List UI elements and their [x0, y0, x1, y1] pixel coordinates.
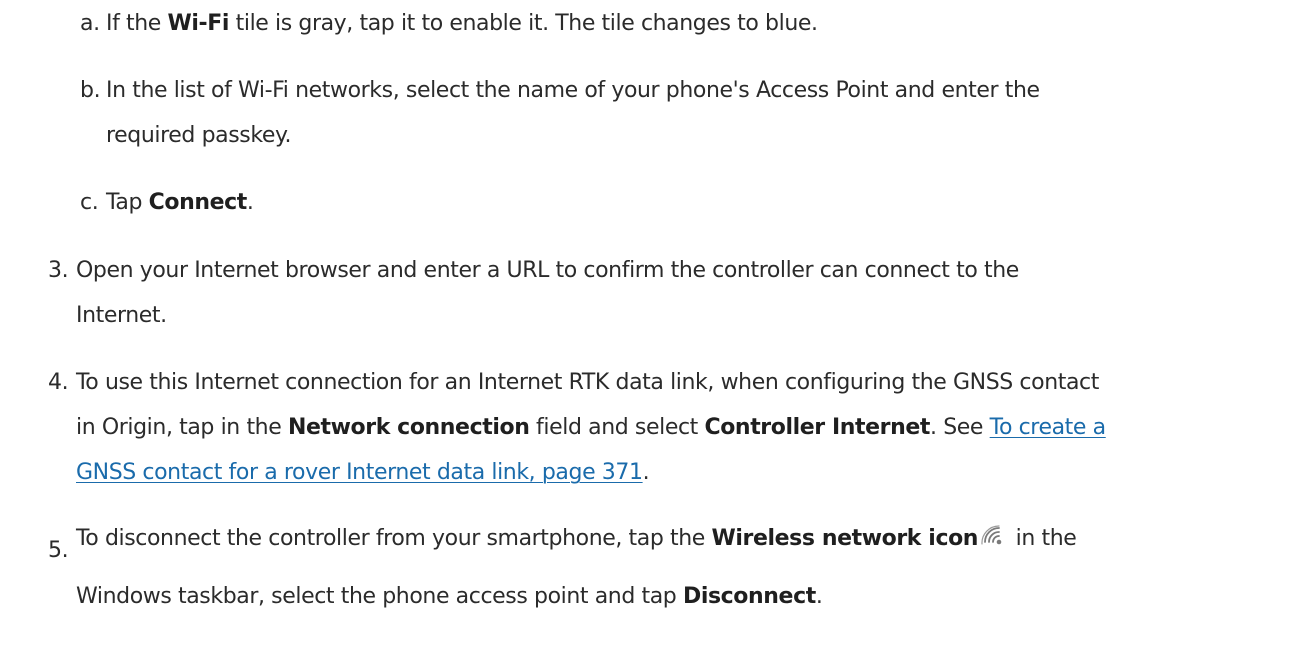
step-5-line-1: To disconnect the controller from your s…	[76, 524, 1077, 554]
sub-step-marker-b: b.	[80, 78, 101, 103]
step-4-text-3: . See	[930, 415, 990, 440]
gnss-contact-link-part-2[interactable]: GNSS contact for a rover Internet data l…	[76, 460, 643, 485]
network-connection-label: Network connection	[287, 415, 530, 440]
wifi-tile-label: Wi-Fi	[167, 11, 230, 36]
controller-internet-label: Controller Internet	[704, 415, 931, 440]
connect-label: Connect	[148, 190, 248, 215]
step-4-text-1: in Origin, tap in the	[76, 415, 288, 440]
step-3-line-2: Internet.	[76, 303, 167, 328]
wireless-network-icon-label: Wireless network icon	[711, 526, 979, 551]
step-4-line-2: in Origin, tap in the Network connection…	[76, 413, 1106, 443]
wireless-network-icon	[981, 525, 1005, 549]
disconnect-label: Disconnect	[682, 584, 816, 609]
step-marker-3: 3.	[48, 258, 69, 283]
step-marker-4: 4.	[48, 370, 69, 395]
gnss-contact-link-part-1[interactable]: To create a	[990, 415, 1106, 440]
sub-step-a-text: If the Wi-Fi tile is gray, tap it to ena…	[106, 9, 818, 39]
step-5-text-1: To disconnect the controller from your s…	[76, 526, 712, 551]
sub-step-c-text: Tap Connect.	[106, 188, 254, 218]
step-marker-5: 5.	[48, 538, 69, 563]
step-3-line-1: Open your Internet browser and enter a U…	[76, 258, 1019, 283]
sub-step-b-line-1: In the list of Wi-Fi networks, select th…	[106, 78, 1040, 103]
step-4-line-1: To use this Internet connection for an I…	[76, 370, 1099, 395]
step-5-text-4: .	[815, 584, 823, 609]
sub-step-marker-a: a.	[80, 11, 100, 36]
step-4-text-2: field and select	[529, 415, 705, 440]
sub-step-c-text-2: .	[246, 190, 254, 215]
sub-step-a-text-2: tile is gray, tap it to enable it. The t…	[229, 11, 818, 36]
sub-step-b-line-2: required passkey.	[106, 123, 292, 148]
step-5-text-2: in the	[1009, 526, 1077, 551]
step-5-line-2: Windows taskbar, select the phone access…	[76, 582, 823, 612]
sub-step-marker-c: c.	[80, 190, 99, 215]
document-page: a. If the Wi-Fi tile is gray, tap it to …	[0, 0, 1293, 666]
step-5-text-3: Windows taskbar, select the phone access…	[76, 584, 683, 609]
step-4-text-4: .	[642, 460, 650, 485]
sub-step-a-text-1: If the	[106, 11, 168, 36]
step-4-line-3: GNSS contact for a rover Internet data l…	[76, 458, 650, 488]
sub-step-c-text-1: Tap	[106, 190, 149, 215]
